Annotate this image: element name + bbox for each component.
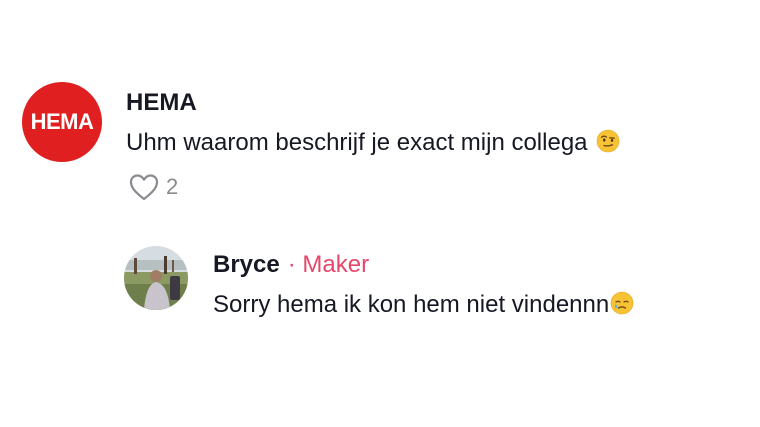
creator-tag: · Maker xyxy=(287,251,370,278)
sad-tear-emoji-icon xyxy=(610,291,634,315)
reply-body: Bryce · Maker Sorry hema ik kon hem niet… xyxy=(213,250,634,320)
reply-text-row: Sorry hema ik kon hem niet vindennn xyxy=(213,290,634,320)
comment-body: HEMA Uhm waarom beschrijf je exact mijn … xyxy=(126,88,620,202)
like-count: 2 xyxy=(166,174,179,199)
avatar-photo xyxy=(124,246,188,310)
avatar-logo-text: HEMA xyxy=(30,109,94,134)
reply-username[interactable]: Bryce xyxy=(213,250,280,280)
reply-item: Bryce · Maker Sorry hema ik kon hem niet… xyxy=(124,246,634,320)
hema-avatar[interactable]: HEMA xyxy=(22,82,102,162)
reply-text: Sorry hema ik kon hem niet vindennn xyxy=(213,291,610,318)
like-row: 2 xyxy=(128,172,620,202)
heart-icon[interactable] xyxy=(128,172,160,202)
comment-item: HEMA HEMA Uhm waarom beschrijf je exact … xyxy=(22,82,620,202)
raised-eyebrow-emoji-icon xyxy=(596,129,619,153)
reply-header: Bryce · Maker xyxy=(213,250,634,280)
bryce-avatar[interactable] xyxy=(124,246,188,310)
comment-username[interactable]: HEMA xyxy=(126,88,197,118)
comment-text-row: Uhm waarom beschrijf je exact mijn colle… xyxy=(126,128,620,158)
comment-text: Uhm waarom beschrijf je exact mijn colle… xyxy=(126,129,588,156)
